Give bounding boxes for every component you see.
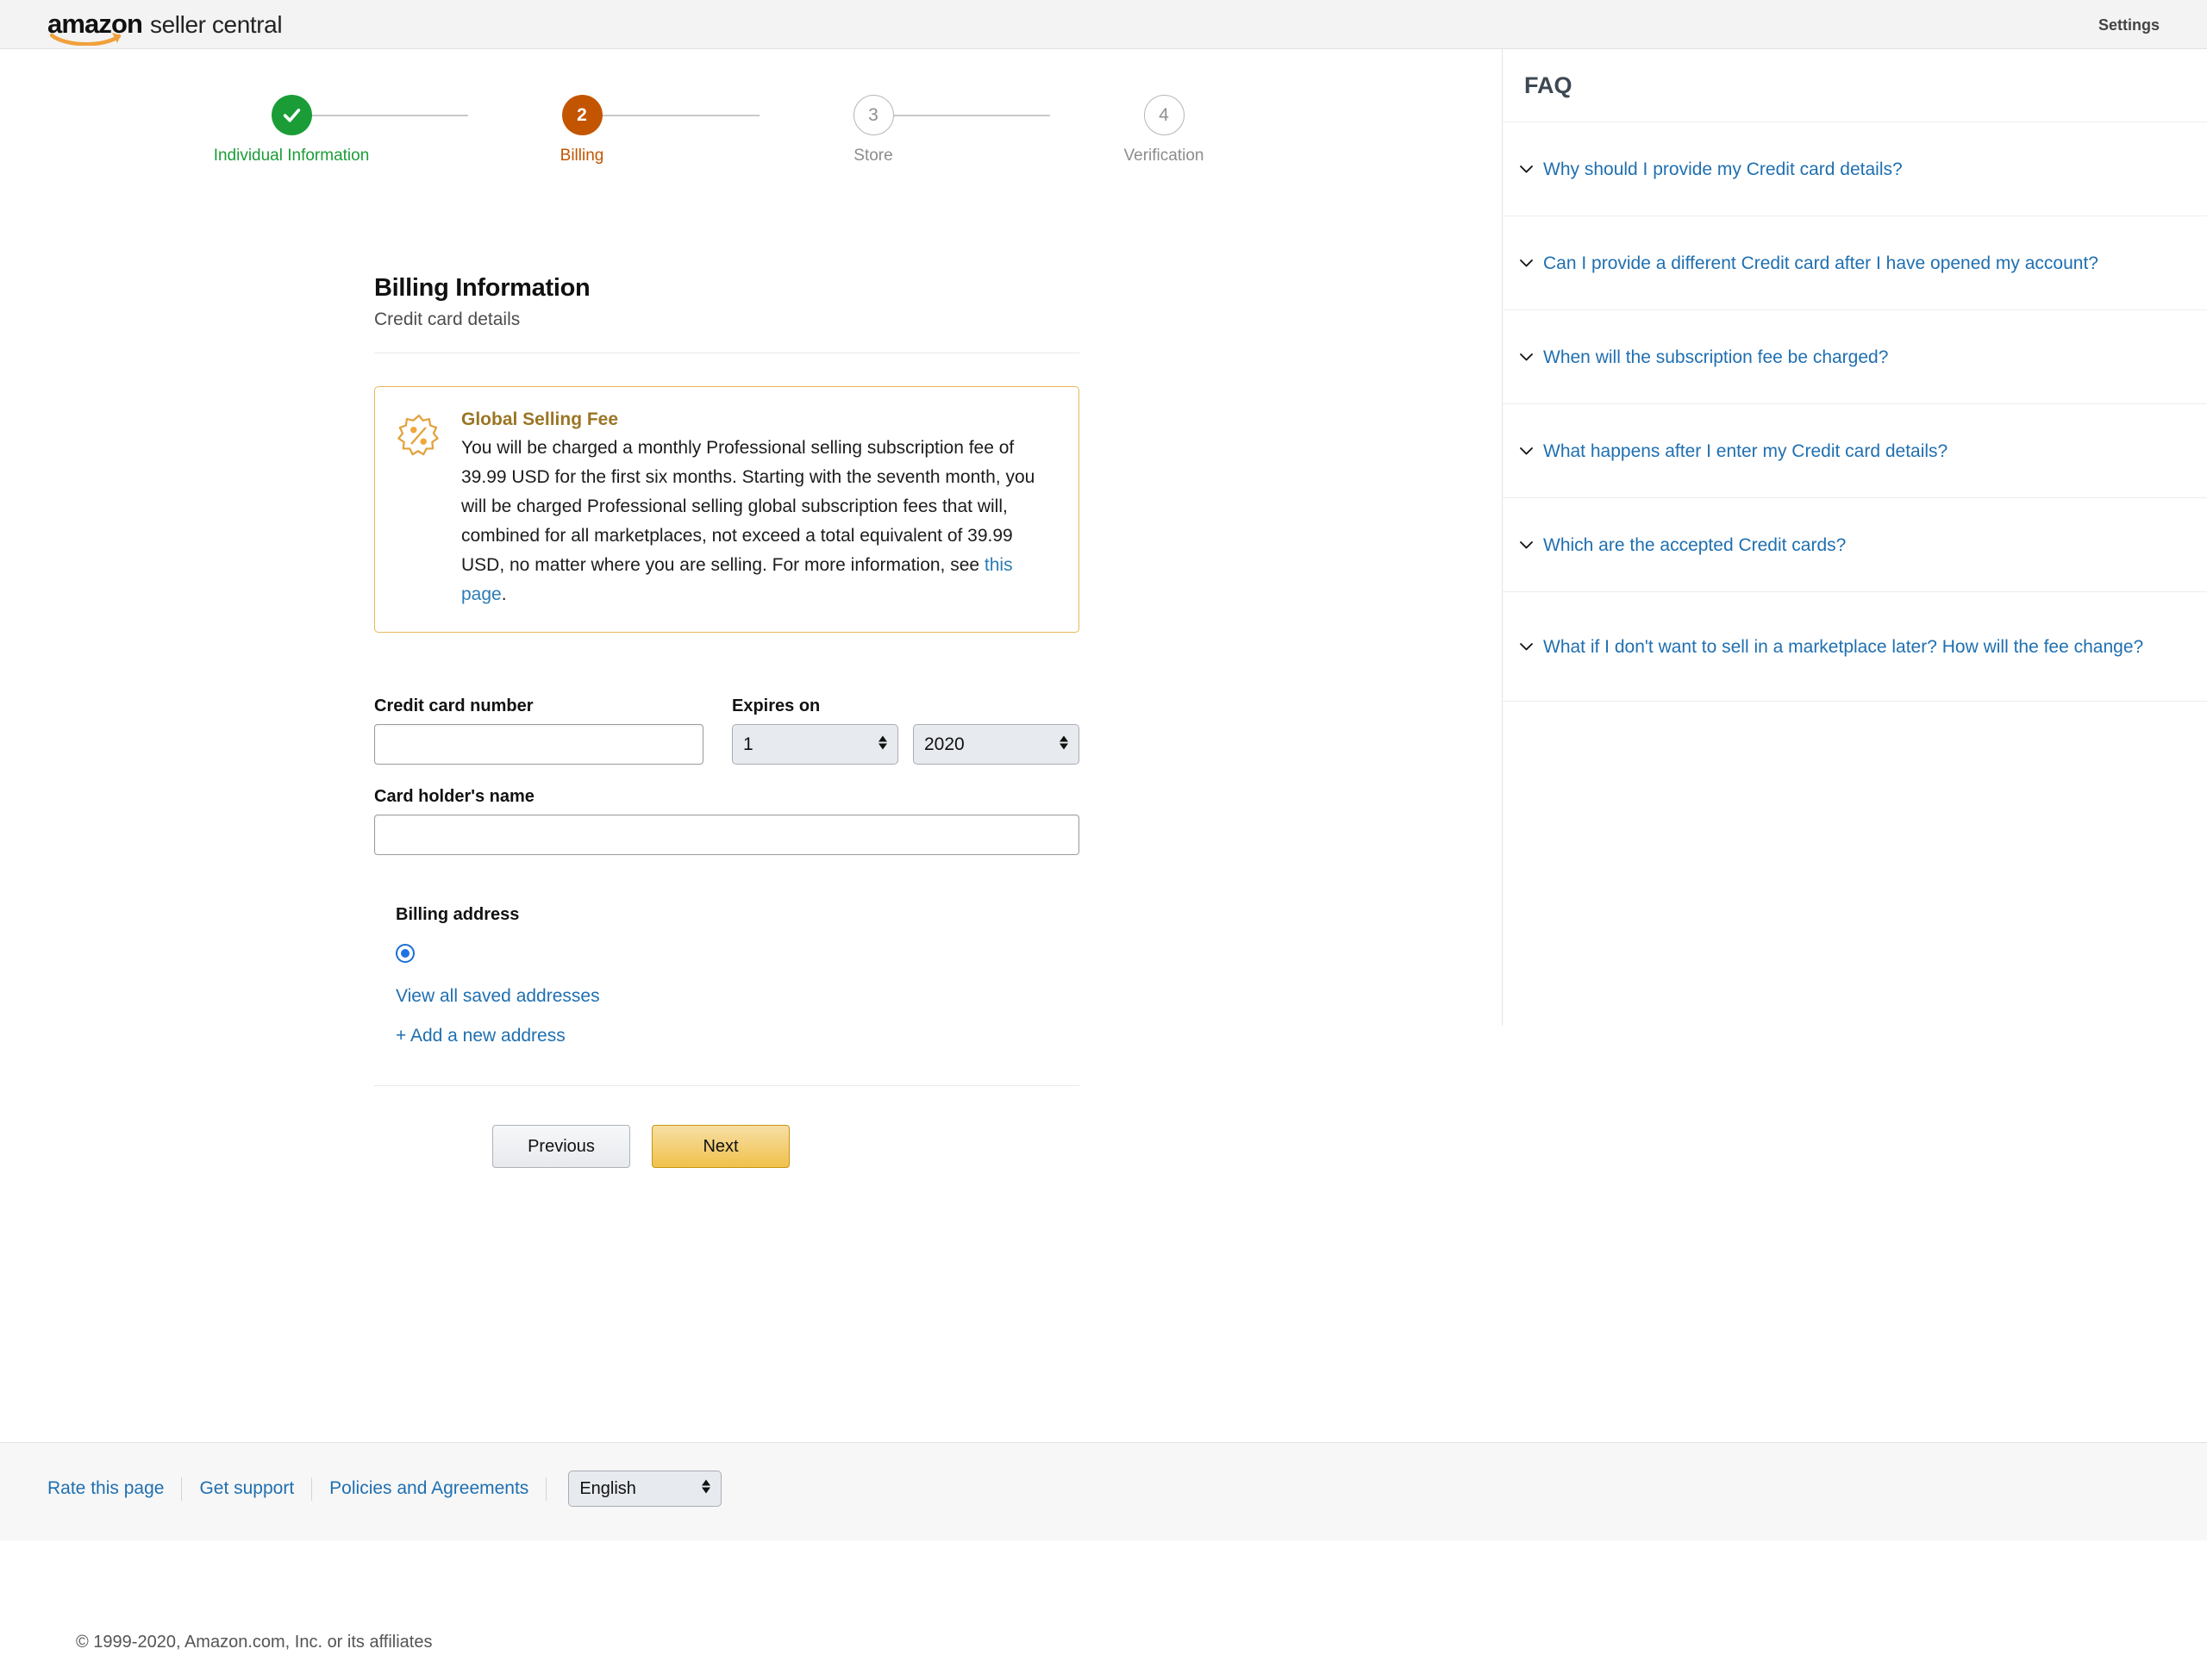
faq-question: Why should I provide my Credit card deta…: [1543, 159, 1903, 179]
expires-on-field: Expires on 1 2020: [732, 696, 1079, 765]
expiry-month-select[interactable]: 1: [732, 724, 898, 765]
faq-item[interactable]: What if I don't want to sell in a market…: [1503, 592, 2207, 702]
card-fields: Credit card number Expires on 1 2020 Car…: [374, 696, 1079, 855]
step-verification[interactable]: 4 Verification: [1060, 95, 1267, 166]
copyright-text: © 1999-2020, Amazon.com, Inc. or its aff…: [76, 1633, 433, 1652]
step-individual-information[interactable]: Individual Information: [188, 95, 395, 166]
expires-on-label: Expires on: [732, 696, 821, 715]
top-header: amazon seller central Settings: [0, 0, 2207, 49]
alert-text-main: You will be charged a monthly Profession…: [461, 438, 1035, 575]
add-a-new-address-link[interactable]: + Add a new address: [396, 1026, 1079, 1046]
faq-question: Which are the accepted Credit cards?: [1543, 534, 1847, 555]
faq-title: FAQ: [1503, 49, 2207, 122]
progress-stepper: Individual Information 2 Billing 3 Store…: [0, 95, 1502, 190]
page-title: Billing Information: [374, 274, 591, 302]
step-store[interactable]: 3 Store: [770, 95, 977, 166]
step-1-label: Individual Information: [213, 147, 370, 165]
actions-divider: [374, 1085, 1079, 1086]
faq-question: Can I provide a different Credit card af…: [1543, 253, 2098, 273]
amazon-smile-icon: [50, 31, 124, 46]
chevron-down-icon: [1519, 540, 1534, 550]
faq-question: What happens after I enter my Credit car…: [1543, 440, 1948, 461]
chevron-down-icon: [1519, 642, 1534, 652]
footer: Rate this page Get support Policies and …: [0, 1442, 2207, 1540]
settings-link[interactable]: Settings: [2098, 16, 2160, 34]
previous-button[interactable]: Previous: [492, 1125, 630, 1168]
expiry-month-wrap: 1: [732, 724, 898, 765]
faq-item[interactable]: Why should I provide my Credit card deta…: [1503, 122, 2207, 216]
chevron-down-icon: [1519, 259, 1534, 268]
amazon-seller-central-logo[interactable]: amazon seller central: [47, 9, 283, 46]
rate-this-page-link[interactable]: Rate this page: [47, 1478, 181, 1499]
policies-and-agreements-link[interactable]: Policies and Agreements: [312, 1478, 546, 1499]
card-number-and-expiry-row: Credit card number Expires on 1 2020: [374, 696, 1079, 765]
seller-central-wordmark: seller central: [150, 11, 283, 38]
billing-form: Billing Information Credit card details …: [374, 274, 1079, 1168]
step-2-label: Billing: [560, 147, 604, 165]
page-subtitle: Credit card details: [374, 309, 521, 329]
step-3-label: Store: [853, 147, 893, 165]
alert-title: Global Selling Fee: [461, 409, 619, 429]
language-select-wrap: English: [568, 1471, 722, 1507]
billing-address-label: Billing address: [396, 905, 520, 924]
percent-badge-icon: [396, 409, 442, 609]
credit-card-number-input[interactable]: [374, 724, 703, 765]
faq-question: When will the subscription fee be charge…: [1543, 347, 1889, 367]
chevron-down-icon: [1519, 165, 1534, 174]
alert-text: You will be charged a monthly Profession…: [461, 434, 1056, 609]
footer-links: Rate this page Get support Policies and …: [47, 1471, 722, 1507]
alert-body: Global Selling Fee You will be charged a…: [461, 409, 1056, 609]
billing-address-section: Billing address View all saved addresses…: [374, 905, 1079, 1046]
faq-item[interactable]: Which are the accepted Credit cards?: [1503, 498, 2207, 592]
global-selling-fee-alert: Global Selling Fee You will be charged a…: [374, 386, 1079, 633]
faq-item[interactable]: Can I provide a different Credit card af…: [1503, 216, 2207, 310]
alert-text-end: .: [501, 584, 507, 604]
step-billing[interactable]: 2 Billing: [478, 95, 685, 166]
credit-card-number-field: Credit card number: [374, 696, 703, 765]
step-3-marker: 3: [853, 95, 894, 135]
faq-item[interactable]: When will the subscription fee be charge…: [1503, 310, 2207, 404]
step-4-marker: 4: [1143, 95, 1185, 135]
faq-panel: FAQ Why should I provide my Credit card …: [1502, 49, 2207, 1026]
credit-card-number-label: Credit card number: [374, 696, 534, 715]
next-button[interactable]: Next: [652, 1125, 790, 1168]
card-holder-name-label: Card holder's name: [374, 787, 535, 806]
step-1-check-icon: [271, 95, 312, 135]
expiry-year-select[interactable]: 2020: [913, 724, 1079, 765]
footer-divider: [546, 1477, 547, 1501]
step-2-marker: 2: [561, 95, 603, 135]
card-holder-name-field: Card holder's name: [374, 787, 1079, 855]
chevron-down-icon: [1519, 447, 1534, 456]
view-all-saved-addresses-link[interactable]: View all saved addresses: [396, 986, 1079, 1007]
step-4-label: Verification: [1123, 147, 1204, 165]
card-holder-name-input[interactable]: [374, 815, 1079, 855]
get-support-link[interactable]: Get support: [182, 1478, 311, 1499]
billing-address-radio[interactable]: [396, 944, 415, 963]
faq-question: What if I don't want to sell in a market…: [1543, 636, 2144, 657]
expiry-year-wrap: 2020: [913, 724, 1079, 765]
chevron-down-icon: [1519, 353, 1534, 362]
language-select[interactable]: English: [568, 1471, 722, 1507]
form-actions: Previous Next: [374, 1125, 1079, 1168]
faq-item[interactable]: What happens after I enter my Credit car…: [1503, 404, 2207, 498]
